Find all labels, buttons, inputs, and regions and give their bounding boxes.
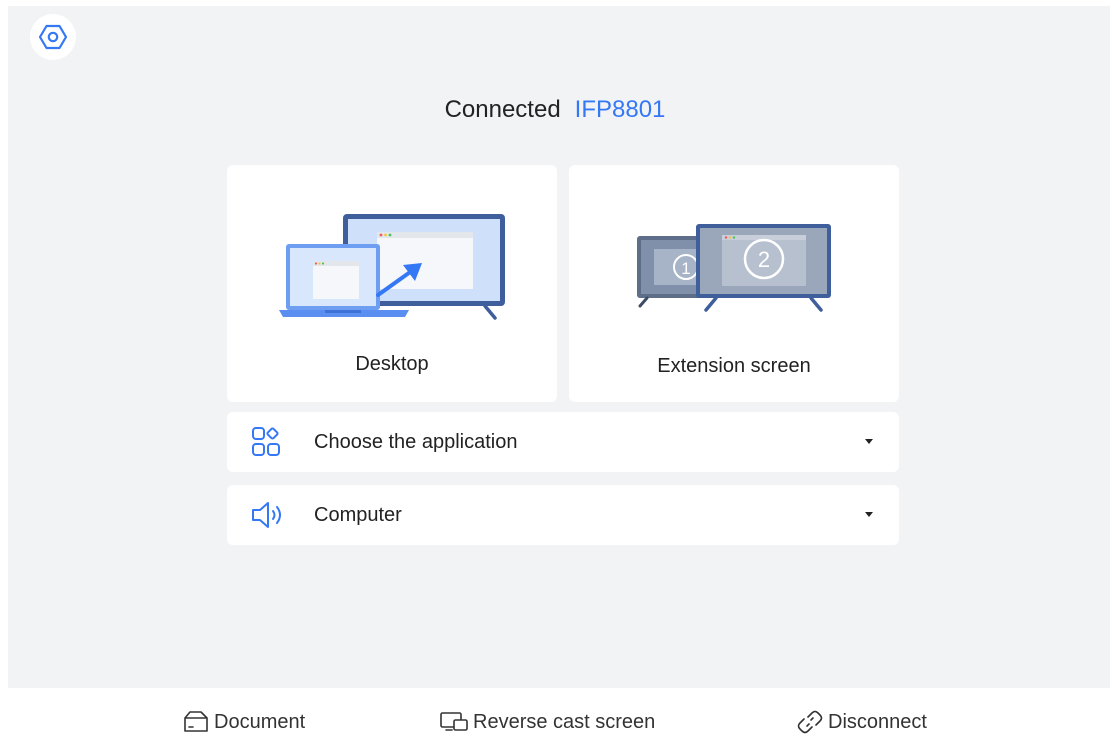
desktop-mode-label: Desktop — [355, 353, 429, 375]
status-label: Connected — [444, 96, 561, 123]
extension-screen-illustration: 1 2 — [637, 224, 831, 312]
desktop-mode-card[interactable]: Desktop — [227, 165, 557, 402]
extension-screen-mode-label: Extension screen — [657, 355, 811, 377]
audio-output-select[interactable]: Computer — [227, 485, 899, 545]
gear-icon — [38, 24, 68, 50]
document-label: Document — [214, 710, 306, 733]
audio-output-select-value: Computer — [314, 504, 402, 526]
extension-screen-mode-card[interactable]: 1 2 Extension screen — [569, 165, 899, 402]
disconnect-button[interactable]: Disconnect — [796, 708, 927, 736]
application-select[interactable]: Choose the application — [227, 412, 899, 472]
connection-status: Connected IFP8801 — [0, 94, 1110, 126]
reverse-cast-screen-button[interactable]: Reverse cast screen — [439, 708, 655, 736]
device-name: IFP8801 — [574, 96, 666, 123]
reverse-cast-screen-label: Reverse cast screen — [473, 710, 656, 733]
speaker-icon — [252, 502, 281, 528]
settings-button[interactable] — [30, 14, 76, 60]
document-button[interactable]: Document — [182, 708, 305, 736]
chevron-down-icon — [865, 439, 873, 444]
folder-icon — [184, 711, 208, 732]
desktop-illustration — [279, 214, 505, 320]
reverse-cast-icon — [440, 712, 468, 731]
application-select-value: Choose the application — [314, 431, 518, 453]
extension-screen-2-label: 2 — [758, 247, 770, 272]
extension-screen-1-label: 1 — [681, 259, 690, 278]
disconnect-label: Disconnect — [828, 710, 927, 733]
apps-grid-icon — [252, 427, 280, 456]
chevron-down-icon — [865, 512, 873, 517]
unlink-icon — [797, 710, 823, 734]
